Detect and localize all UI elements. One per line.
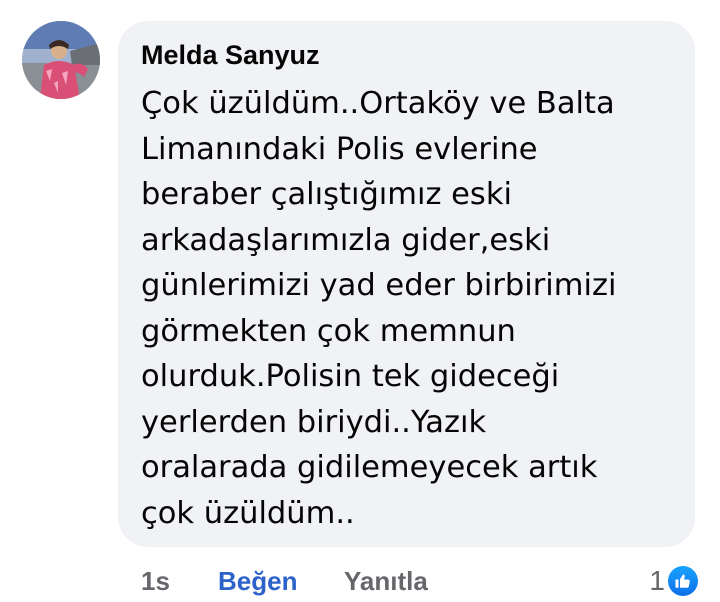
comment-line: olurduk.Polisin tek gideceği xyxy=(141,359,560,394)
comment-line: yerlerden biriydi..Yazık xyxy=(141,404,487,440)
comment-line: görmekten çok memnun xyxy=(141,313,516,349)
comment-line: çok üzüldüm.. xyxy=(141,495,355,531)
reaction-count: 1 xyxy=(649,565,665,596)
comment-bubble: Melda Sanyuz Çok üzüldüm..Ortaköy ve Bal… xyxy=(118,21,695,547)
comment-line: oralarada gidilemeyecek artık xyxy=(141,450,598,485)
comment-text: Çok üzüldüm..Ortaköy ve Balta Limanındak… xyxy=(141,81,673,536)
comment-line: Limanındaki Polis evlerine xyxy=(141,131,538,167)
reply-button[interactable]: Yanıtla xyxy=(344,563,428,599)
like-button[interactable]: Beğen xyxy=(218,563,297,599)
comment-timestamp[interactable]: 1s xyxy=(141,563,170,599)
comment-line: günlerimizi yad eder birbirimizi xyxy=(141,268,617,303)
comment-line: beraber çalıştığımız eski xyxy=(141,177,512,212)
profile-photo xyxy=(22,21,100,99)
comment-line: arkadaşlarımızla gider,eski xyxy=(141,222,551,258)
reaction-summary[interactable]: 1 xyxy=(649,563,698,599)
thumbs-up-icon xyxy=(668,566,698,596)
comment-line: Çok üzüldüm..Ortaköy ve Balta xyxy=(141,86,615,121)
avatar[interactable] xyxy=(22,21,100,99)
comment-actions: 1s Beğen Yanıtla 1 xyxy=(0,563,720,599)
comment-author[interactable]: Melda Sanyuz xyxy=(141,39,673,71)
